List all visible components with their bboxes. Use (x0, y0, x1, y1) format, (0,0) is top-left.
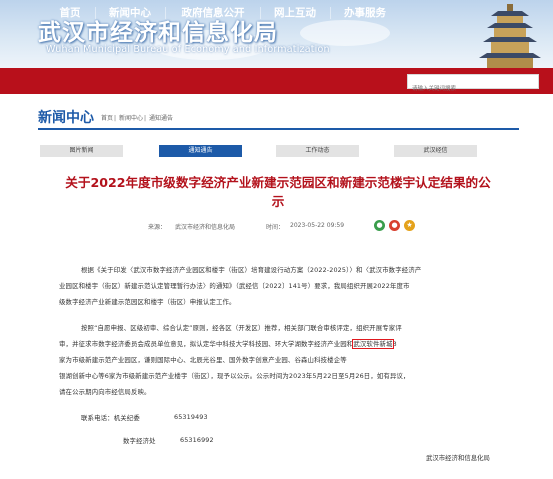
tab-photo-news[interactable]: 图片新闻 (40, 145, 123, 157)
nav-news-center[interactable]: 新闻中心 (103, 0, 157, 26)
paragraph-line: 根据《关于印发〈武汉市数字经济产业园区和楼宇（街区）培育建设行动方案（2022-… (81, 266, 422, 274)
paragraph-line: 业园区和楼宇（街区）新建示范认定管理暂行办法〉的通知》（武经信〔2022〕141… (59, 282, 410, 290)
nav-gov-info[interactable]: 政府信息公开 (175, 0, 251, 26)
time-label: 时间： (266, 224, 285, 231)
breadcrumb-separator: | (143, 115, 147, 122)
paragraph-line: 按照“自愿申报、区级初审、综合认定”原则，经各区（开发区）推荐，相关部门联合审核… (81, 324, 402, 332)
qzone-share-icon[interactable]: ★ (404, 220, 415, 231)
contact-phone: 65319493 (174, 413, 208, 421)
paragraph-line: 审，并征求市数字经济委员会成员单位意见，拟认定华中科技大学科技园、环大学湖数字经… (59, 339, 397, 349)
nav-services[interactable]: 办事服务 (338, 0, 392, 26)
nav-interaction[interactable]: 网上互动 (268, 0, 322, 26)
breadcrumb-separator: | (114, 115, 117, 122)
nav-divider (330, 7, 331, 19)
breadcrumb-notices[interactable]: 通知通告 (149, 115, 173, 122)
article-signature: 武汉市经济和信息化局 (426, 454, 490, 462)
search-box (407, 74, 539, 96)
source-label: 来源： (148, 224, 167, 231)
contact-label: 联系电话：机关纪委 (81, 414, 140, 422)
time-value: 2023-05-22 09:59 (290, 222, 345, 229)
paragraph-line: 请在公示期内向市经信局反映。 (59, 388, 151, 396)
tab-work-updates[interactable]: 工作动态 (276, 145, 359, 157)
search-input[interactable] (408, 82, 538, 96)
breadcrumb-news[interactable]: 新闻中心 (119, 115, 143, 122)
paragraph-line: 银湖创新中心等6家为市级新建示范产业楼宇（街区），现予以公示。公示时间为2023… (59, 372, 410, 380)
article-title: 关于2022年度市级数字经济产业新建示范园区和新建示范楼宇认定结果的公示 (65, 175, 491, 209)
contact-phone: 65316992 (180, 436, 214, 444)
paragraph-text: 审，并征求市数字经济委员会成员单位意见，拟认定华中科技大学科技园、环大学湖数字经… (59, 340, 354, 348)
wechat-share-icon[interactable]: ● (374, 220, 385, 231)
paragraph-line: 级数字经济产业新建示范园区和楼宇（街区）申报认定工作。 (59, 298, 236, 306)
tab-notices[interactable]: 通知通告 (159, 145, 242, 157)
nav-divider (95, 7, 96, 19)
nav-home[interactable]: 首页 (52, 0, 88, 26)
site-subtitle: Wuhan Municipal Bureau of Economy and In… (46, 44, 330, 55)
section-divider (38, 128, 519, 130)
contact-label: 数字经济处 (123, 437, 156, 445)
paragraph-line: 家为市级新建示范产业园区，谦则国际中心、北辰光谷里、国外数字创意产业园、谷森山科… (59, 356, 347, 364)
paragraph-text: 3 (392, 340, 397, 348)
yellow-crane-tower-icon (479, 4, 541, 68)
breadcrumb: 首页| 新闻中心| 通知通告 (101, 113, 174, 122)
breadcrumb-home[interactable]: 首页 (101, 115, 113, 122)
highlighted-text: 武汉软件新城 (352, 339, 394, 349)
weibo-share-icon[interactable]: ● (389, 220, 400, 231)
tab-wuhan-jingxin[interactable]: 武汉经信 (394, 145, 477, 157)
nav-divider (260, 7, 261, 19)
nav-divider (165, 7, 166, 19)
source-value: 武汉市经济和信息化局 (175, 224, 236, 231)
section-title: 新闻中心 (38, 110, 94, 126)
